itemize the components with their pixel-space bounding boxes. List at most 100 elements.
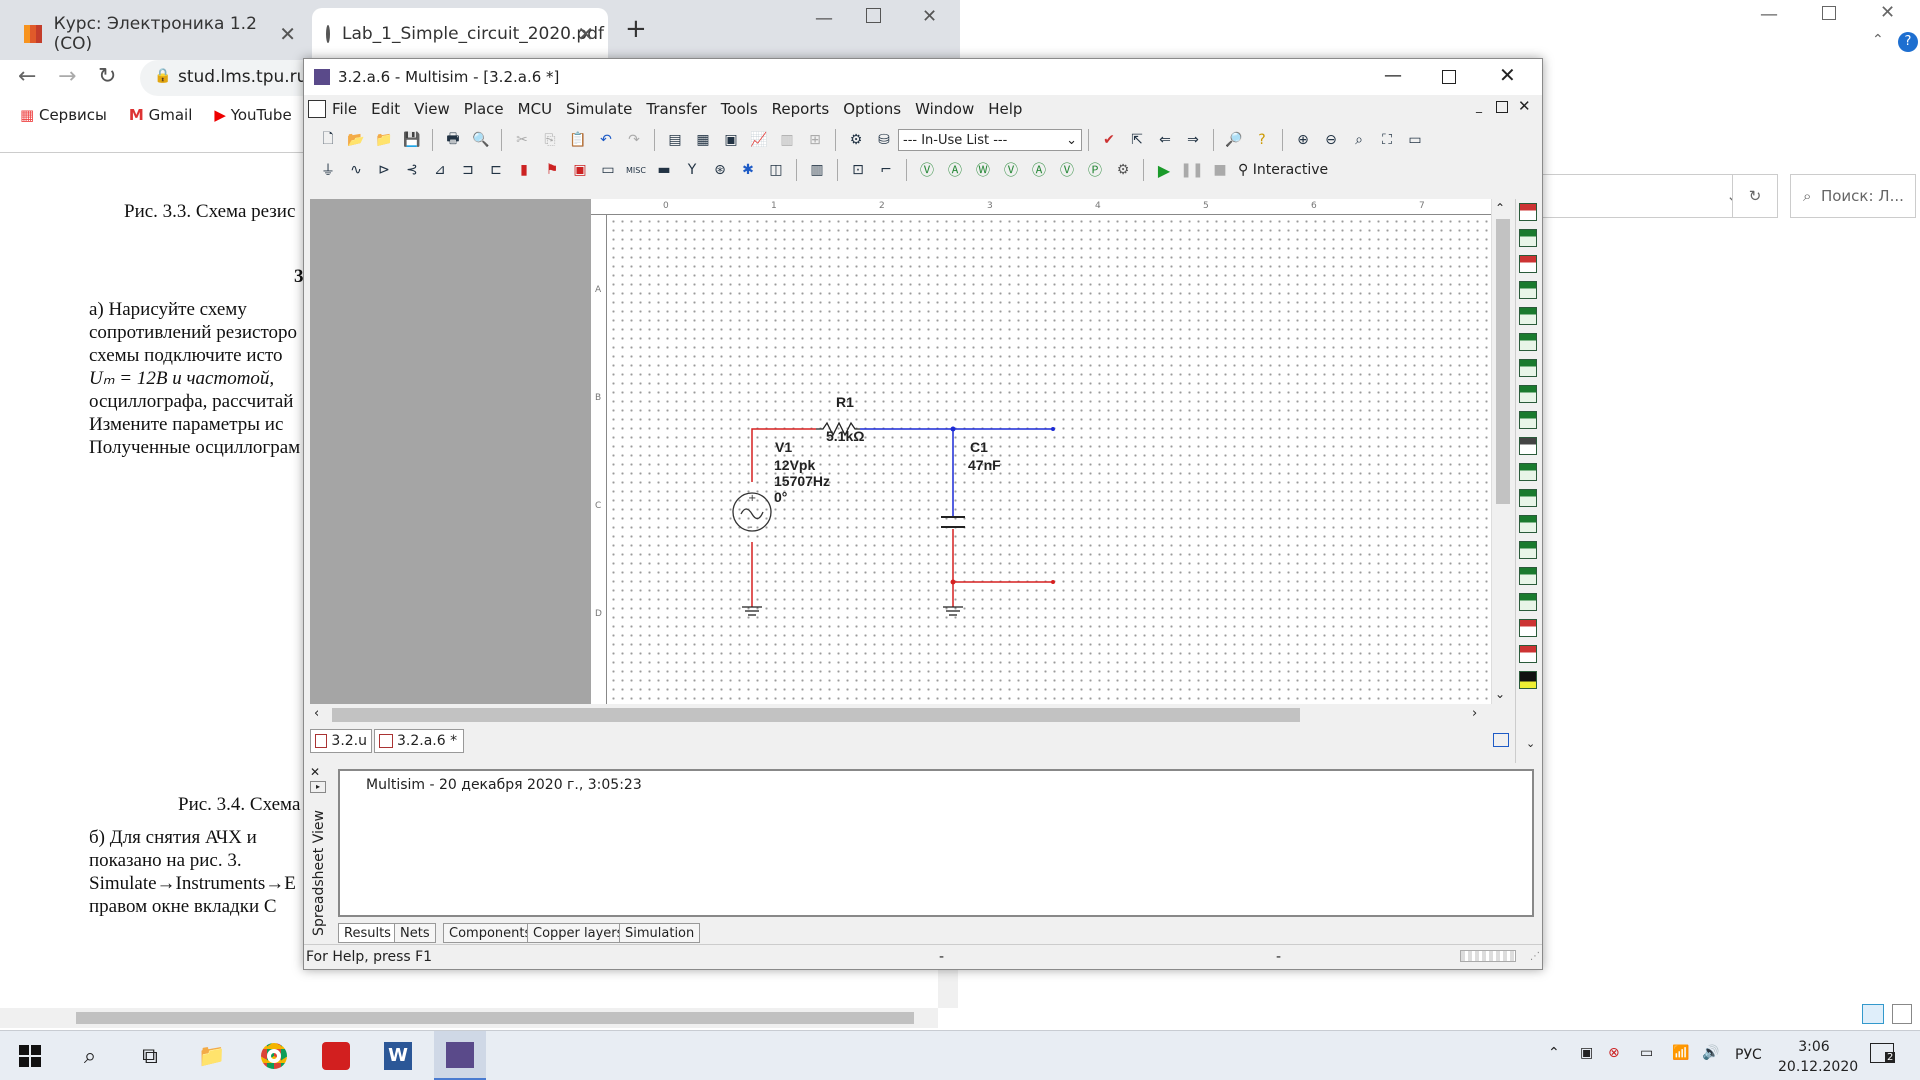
- word-icon[interactable]: W: [372, 1031, 424, 1080]
- multisim-taskbar-icon[interactable]: [434, 1031, 486, 1080]
- scroll-thumb[interactable]: [76, 1012, 914, 1024]
- logic-analyzer-icon[interactable]: [1519, 437, 1537, 455]
- place-power-icon[interactable]: ▭: [597, 159, 619, 181]
- place-ttl-icon[interactable]: ⊐: [457, 159, 479, 181]
- stop-icon[interactable]: ■: [1209, 159, 1231, 181]
- chevron-down-icon[interactable]: ⌄: [1526, 737, 1535, 750]
- open-sample-icon[interactable]: 📁: [373, 129, 395, 151]
- redo-icon[interactable]: ↷: [623, 129, 645, 151]
- place-advanced-peripherals-icon[interactable]: ▬: [653, 159, 675, 181]
- doc-tab-3-2-a-6[interactable]: 3.2.a.6 *: [374, 729, 464, 753]
- place-source-icon[interactable]: ⏚: [317, 159, 339, 181]
- r1-value[interactable]: 5.1kΩ: [826, 428, 864, 444]
- backannotate-icon[interactable]: ⇱: [1126, 129, 1148, 151]
- iv-analyzer-icon[interactable]: [1519, 463, 1537, 481]
- frequency-counter-icon[interactable]: [1519, 359, 1537, 377]
- zoom-in-icon[interactable]: ⊕: [1292, 129, 1314, 151]
- tile-windows-icon[interactable]: [1493, 733, 1509, 747]
- doc-tab-3-2-u[interactable]: 3.2.u: [310, 729, 372, 753]
- oscilloscope-icon[interactable]: [1519, 281, 1537, 299]
- tab-results[interactable]: Results: [338, 923, 397, 943]
- close-icon[interactable]: ✕: [922, 6, 937, 27]
- place-electromechanical-icon[interactable]: ⊛: [709, 159, 731, 181]
- menu-help[interactable]: Help: [988, 100, 1022, 118]
- chevron-up-icon[interactable]: ⌃: [1548, 1045, 1560, 1061]
- mdi-minimize-icon[interactable]: _: [1476, 99, 1482, 113]
- bode-plotter-icon[interactable]: [1519, 333, 1537, 351]
- chevron-up-icon[interactable]: ⌃: [1872, 32, 1884, 48]
- probe-digital-icon[interactable]: Ⓥ: [1056, 159, 1078, 181]
- agilent-multimeter-icon[interactable]: [1519, 593, 1537, 611]
- zoom-area-icon[interactable]: ⌕: [1348, 129, 1370, 151]
- spectrum-analyzer-icon[interactable]: [1519, 515, 1537, 533]
- menu-transfer[interactable]: Transfer: [646, 100, 706, 118]
- wattmeter-icon[interactable]: [1519, 255, 1537, 273]
- undo-icon[interactable]: ↶: [595, 129, 617, 151]
- browser-tab-pdf[interactable]: Lab_1_Simple_circuit_2020.pdf ✕: [312, 8, 608, 60]
- place-transistor-icon[interactable]: ⊰: [401, 159, 423, 181]
- probe-current-icon[interactable]: Ⓐ: [944, 159, 966, 181]
- place-ni-icon[interactable]: ✱: [737, 159, 759, 181]
- search-icon[interactable]: ⌕: [64, 1031, 116, 1080]
- bookmark-youtube[interactable]: ▶ YouTube: [214, 106, 291, 124]
- maximize-icon[interactable]: [866, 8, 881, 23]
- print-icon[interactable]: 🖶: [442, 129, 464, 151]
- function-generator-icon[interactable]: [1519, 229, 1537, 247]
- probe-voltage-icon[interactable]: Ⓥ: [916, 159, 938, 181]
- maximize-icon[interactable]: [1442, 70, 1456, 84]
- tab-nets[interactable]: Nets: [394, 923, 436, 943]
- database-icon[interactable]: ⛁: [873, 129, 895, 151]
- pdf-hscrollbar[interactable]: [0, 1008, 938, 1028]
- scroll-thumb[interactable]: [332, 708, 1300, 722]
- help-icon[interactable]: ?: [1251, 129, 1273, 151]
- probe-reference-icon[interactable]: Ⓐ: [1028, 159, 1050, 181]
- restore-icon[interactable]: [1822, 6, 1836, 20]
- file-explorer-icon[interactable]: 📁: [186, 1031, 238, 1080]
- hierarchical-block-icon[interactable]: ⊡: [847, 159, 869, 181]
- menu-place[interactable]: Place: [464, 100, 504, 118]
- place-cmos-icon[interactable]: ⊏: [485, 159, 507, 181]
- menu-options[interactable]: Options: [843, 100, 901, 118]
- hierarchy-icon[interactable]: ⊞: [804, 129, 826, 151]
- new-tab-button[interactable]: +: [625, 14, 647, 44]
- probe-power-icon[interactable]: Ⓦ: [972, 159, 994, 181]
- interactive-button[interactable]: ⚲ Interactive: [1238, 162, 1328, 178]
- minimize-icon[interactable]: —: [1384, 65, 1402, 86]
- sql-icon[interactable]: ▣: [720, 129, 742, 151]
- notification-icon[interactable]: 2: [1870, 1043, 1896, 1063]
- probe-settings-icon[interactable]: Ⓟ: [1084, 159, 1106, 181]
- new-file-icon[interactable]: 🗋: [317, 129, 339, 151]
- battery-icon[interactable]: ▭: [1640, 1045, 1653, 1061]
- input-language[interactable]: РУС: [1735, 1047, 1762, 1063]
- minimize-icon[interactable]: —: [815, 8, 833, 29]
- minimize-icon[interactable]: —: [1760, 4, 1778, 25]
- menu-simulate[interactable]: Simulate: [566, 100, 632, 118]
- resize-grip-icon[interactable]: ⋰: [1530, 951, 1540, 962]
- help-icon[interactable]: ?: [1898, 32, 1918, 52]
- labview-instrument-icon[interactable]: [1519, 671, 1537, 689]
- run-simulation-icon[interactable]: ▶: [1153, 159, 1175, 181]
- windows-start-icon[interactable]: [4, 1031, 56, 1080]
- browser-tab-course[interactable]: Курс: Электроника 1.2 (СО) ✕: [10, 8, 310, 60]
- close-icon[interactable]: ✕: [1499, 63, 1516, 87]
- save-icon[interactable]: 💾: [401, 129, 423, 151]
- chevron-up-icon[interactable]: ⌃: [1495, 201, 1505, 215]
- v1-refdes[interactable]: V1: [775, 439, 792, 455]
- network-analyzer-icon[interactable]: [1519, 541, 1537, 559]
- bookmark-gmail[interactable]: M Gmail: [129, 106, 192, 124]
- place-misc-icon[interactable]: MISC: [625, 159, 647, 181]
- place-rf-icon[interactable]: Y: [681, 159, 703, 181]
- mdi-close-icon[interactable]: ✕: [1518, 97, 1531, 115]
- tiles-view-icon[interactable]: [1892, 1004, 1912, 1024]
- probe-differential-icon[interactable]: Ⓥ: [1000, 159, 1022, 181]
- find-examples-icon[interactable]: 🔎: [1223, 129, 1245, 151]
- tab-simulation[interactable]: Simulation: [619, 923, 701, 943]
- place-indicator-icon[interactable]: ▣: [569, 159, 591, 181]
- open-folder-icon[interactable]: 📂: [345, 129, 367, 151]
- chevron-right-icon[interactable]: ›: [1472, 706, 1477, 721]
- menu-tools[interactable]: Tools: [721, 100, 758, 118]
- close-icon[interactable]: ✕: [1880, 2, 1895, 23]
- chevron-down-icon[interactable]: ⌄: [1495, 687, 1505, 701]
- menu-edit[interactable]: Edit: [371, 100, 400, 118]
- tab-copper-layers[interactable]: Copper layers: [527, 923, 630, 943]
